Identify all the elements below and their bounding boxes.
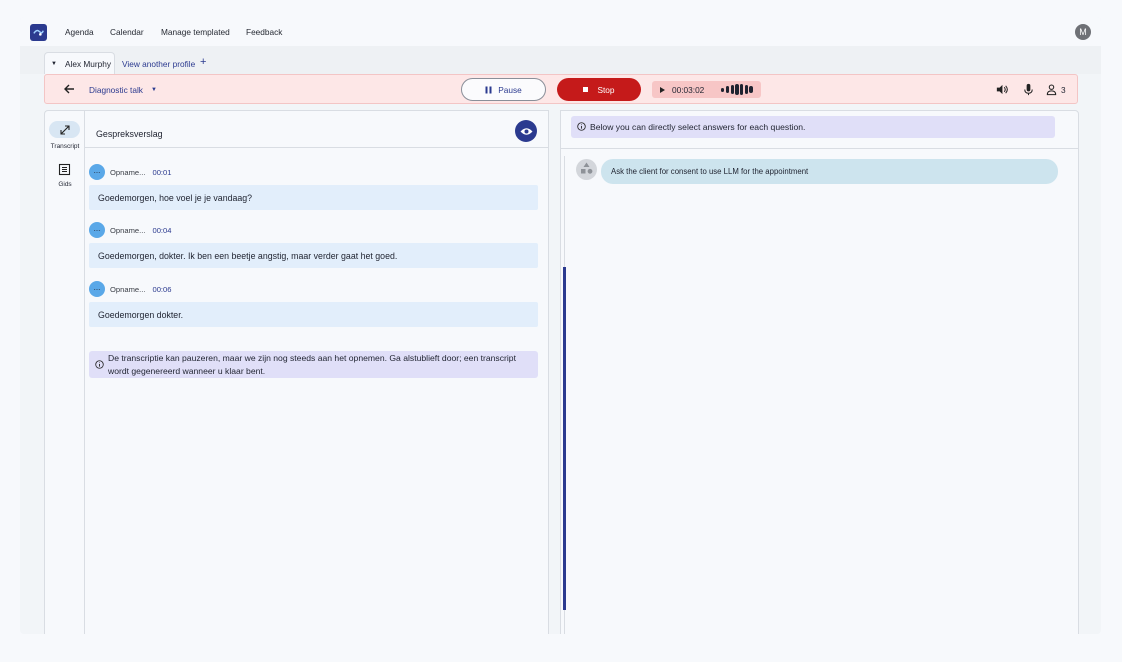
stop-icon — [583, 87, 589, 92]
guide-rail-label[interactable]: Gids — [45, 181, 85, 188]
message-text: Goedemorgen, dokter. Ik ben een beetje a… — [89, 243, 538, 268]
speaker-avatar[interactable]: ... — [89, 281, 105, 297]
nav-feedback[interactable]: Feedback — [246, 27, 282, 37]
elapsed-time: 00:03:02 — [672, 84, 705, 95]
transcript-panel: Gespreksverslag ... Opname... 00:01 Goed… — [84, 110, 549, 634]
arrow-left-icon[interactable] — [62, 82, 76, 96]
hint-text: Below you can directly select answers fo… — [590, 122, 806, 132]
app-logo-icon[interactable] — [30, 24, 47, 41]
info-icon — [95, 360, 104, 369]
visibility-button[interactable] — [515, 120, 537, 142]
pause-label: Pause — [498, 84, 522, 95]
eye-icon — [520, 127, 532, 135]
volume-icon[interactable] — [995, 83, 1008, 96]
transcript-header: Gespreksverslag — [85, 111, 548, 148]
user-avatar[interactable]: M — [1075, 24, 1091, 40]
notice-text: De transcriptie kan pauzeren, maar we zi… — [108, 353, 516, 376]
message-timestamp[interactable]: 00:06 — [152, 285, 171, 294]
question-item[interactable]: Ask the client for consent to use LLM fo… — [601, 159, 1058, 184]
caret-down-icon[interactable]: ▼ — [51, 61, 57, 67]
session-bar: Diagnostic talk ▼ Pause Stop 00:03:02 3 — [44, 74, 1078, 104]
app-frame: Agenda Calendar Manage templated Feedbac… — [20, 17, 1101, 634]
left-rail: Transcript Gids — [44, 110, 84, 634]
talk-type-label: Diagnostic talk — [89, 85, 143, 95]
message-meta: ... Opname... 00:01 — [89, 164, 171, 180]
profile-tab-bar: ▼ Alex Murphy View another profile + — [20, 46, 1101, 74]
microphone-icon[interactable] — [1022, 83, 1035, 96]
recording-timer: 00:03:02 — [652, 81, 761, 98]
transcript-toggle[interactable] — [49, 121, 80, 138]
top-navigation: Agenda Calendar Manage templated Feedbac… — [20, 17, 1101, 46]
speaker-avatar[interactable]: ... — [89, 164, 105, 180]
message-meta: ... Opname... 00:04 — [89, 222, 171, 238]
talk-type-select[interactable]: Diagnostic talk ▼ — [89, 85, 157, 95]
guide-icon[interactable] — [58, 163, 71, 176]
tab-profile-name: Alex Murphy — [64, 58, 112, 69]
speaker-name: Opname... — [110, 167, 146, 177]
view-another-profile-link[interactable]: View another profile — [122, 59, 195, 69]
nav-agenda[interactable]: Agenda — [65, 27, 94, 37]
transcript-title: Gespreksverslag — [96, 129, 163, 139]
add-profile-icon[interactable]: + — [200, 56, 206, 68]
nav-calendar[interactable]: Calendar — [110, 27, 144, 37]
message-meta: ... Opname... 00:06 — [89, 281, 171, 297]
info-icon — [577, 122, 586, 131]
timeline-progress — [563, 267, 566, 610]
divider — [561, 148, 1078, 149]
stop-label: Stop — [597, 84, 615, 95]
person-icon[interactable] — [1045, 83, 1058, 96]
questions-panel: Below you can directly select answers fo… — [560, 110, 1079, 634]
message-timestamp[interactable]: 00:01 — [152, 168, 171, 177]
pause-button[interactable]: Pause — [461, 78, 546, 101]
audio-wave-icon — [721, 84, 753, 95]
chevron-down-icon: ▼ — [150, 87, 157, 93]
participant-count: 3 — [1061, 85, 1066, 95]
message-timestamp[interactable]: 00:04 — [152, 226, 171, 235]
stop-button[interactable]: Stop — [557, 78, 641, 101]
questions-hint: Below you can directly select answers fo… — [571, 116, 1055, 138]
speaker-avatar[interactable]: ... — [89, 222, 105, 238]
message-text: Goedemorgen, hoe voel je je vandaag? — [89, 185, 538, 210]
nav-manage-templated[interactable]: Manage templated — [161, 27, 230, 37]
speaker-name: Opname... — [110, 225, 146, 235]
tab-profile-active[interactable]: ▼ Alex Murphy — [44, 52, 115, 74]
pause-icon — [485, 86, 492, 93]
speaker-name: Opname... — [110, 284, 146, 294]
shapes-icon — [576, 159, 597, 180]
play-icon[interactable] — [660, 86, 665, 93]
message-text: Goedemorgen dokter. — [89, 302, 538, 327]
transcription-notice: De transcriptie kan pauzeren, maar we zi… — [89, 351, 538, 378]
expand-icon — [59, 124, 70, 135]
transcript-rail-label: Transcript — [50, 143, 80, 150]
